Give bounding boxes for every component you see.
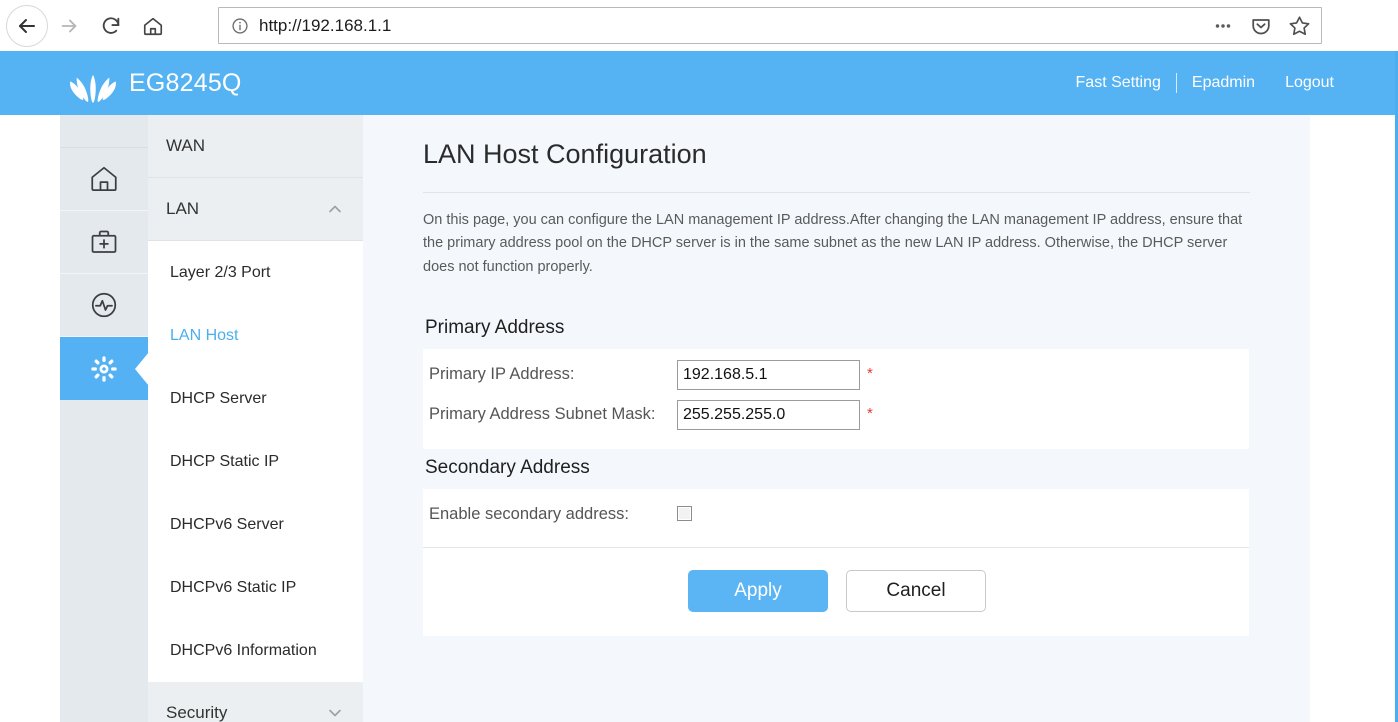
browser-toolbar: http://192.168.1.1 xyxy=(0,0,1398,51)
sidebar-item-label: LAN xyxy=(166,199,200,218)
rail-spacer xyxy=(60,115,148,148)
sidebar-item-label: DHCP Static IP xyxy=(170,452,280,470)
bookmark-star-icon[interactable] xyxy=(1288,14,1311,37)
rail-item-settings[interactable] xyxy=(60,337,148,400)
reload-button[interactable] xyxy=(90,5,132,47)
sidebar-menu: WAN LAN Layer 2/3 Port LAN Host DHCP Ser… xyxy=(148,115,363,722)
sidebar-item-label: DHCP Server xyxy=(170,389,267,407)
pocket-icon[interactable] xyxy=(1250,15,1272,37)
sidebar-item-label: Layer 2/3 Port xyxy=(170,263,271,281)
row-enable-secondary: Enable secondary address: xyxy=(423,495,1249,533)
sidebar-item-security[interactable]: Security xyxy=(148,682,363,722)
reload-icon xyxy=(102,16,120,34)
sidebar-item-wan[interactable]: WAN xyxy=(148,115,363,178)
sidebar-item-dhcpv6-information[interactable]: DHCPv6 Information xyxy=(148,619,363,682)
secondary-address-rows: Enable secondary address: xyxy=(423,489,1249,548)
sidebar-item-label: LAN Host xyxy=(170,326,239,344)
gear-icon xyxy=(91,355,117,382)
sidebar-item-dhcp-server[interactable]: DHCP Server xyxy=(148,367,363,430)
forward-button[interactable] xyxy=(48,5,90,47)
sidebar-item-lan-host[interactable]: LAN Host xyxy=(148,304,363,367)
enable-secondary-label: Enable secondary address: xyxy=(429,505,629,524)
sidebar-submenu-lan: Layer 2/3 Port LAN Host DHCP Server DHCP… xyxy=(148,241,363,682)
primary-ip-input[interactable] xyxy=(677,360,860,391)
icon-rail xyxy=(60,115,148,722)
home-icon xyxy=(91,166,117,191)
page-description: On this page, you can configure the LAN … xyxy=(423,212,1243,275)
form-actions: Apply Cancel xyxy=(423,548,1249,637)
primary-address-rows: Primary IP Address: * Primary Address Su… xyxy=(423,349,1249,450)
primary-mask-label: Primary Address Subnet Mask: xyxy=(429,405,656,424)
sidebar-item-label: WAN xyxy=(166,136,206,155)
nav-separator xyxy=(1175,73,1177,93)
home-button[interactable] xyxy=(132,5,174,47)
rail-item-maintenance[interactable] xyxy=(60,211,148,274)
row-primary-ip: Primary IP Address: * xyxy=(423,355,1249,395)
browser-nav-buttons xyxy=(0,4,174,47)
primary-ip-label: Primary IP Address: xyxy=(429,365,575,384)
nav-fast-setting[interactable]: Fast Setting xyxy=(1061,74,1176,92)
back-arrow-icon xyxy=(19,18,35,33)
header-nav: Fast Setting Epadmin Logout xyxy=(1061,51,1349,115)
page-info-icon[interactable] xyxy=(231,17,249,35)
required-asterisk: * xyxy=(867,365,873,383)
home-icon xyxy=(143,17,163,35)
primary-mask-input[interactable] xyxy=(677,400,860,431)
section-secondary-address: Secondary Address xyxy=(423,449,1249,490)
router-header: EG8245Q Fast Setting Epadmin Logout xyxy=(0,51,1395,115)
back-button[interactable] xyxy=(6,4,48,47)
sidebar-item-label: Security xyxy=(166,703,228,722)
page-title: LAN Host Configuration xyxy=(423,139,707,169)
forward-arrow-icon xyxy=(61,19,77,32)
nav-epadmin[interactable]: Epadmin xyxy=(1177,74,1270,92)
sidebar-item-dhcpv6-static-ip[interactable]: DHCPv6 Static IP xyxy=(148,556,363,619)
apply-button[interactable]: Apply xyxy=(688,570,828,613)
brand: EG8245Q xyxy=(70,63,242,103)
chevron-up-icon xyxy=(325,199,345,219)
sidebar-item-label: DHCPv6 Information xyxy=(170,641,317,659)
rail-item-diagnosis[interactable] xyxy=(60,274,148,337)
required-asterisk: * xyxy=(867,405,873,423)
sidebar-item-dhcpv6-server[interactable]: DHCPv6 Server xyxy=(148,493,363,556)
page-actions-menu-icon[interactable] xyxy=(1212,15,1234,37)
router-web-ui: EG8245Q Fast Setting Epadmin Logout WAN … xyxy=(0,51,1398,722)
rail-item-status[interactable] xyxy=(60,148,148,211)
sidebar-item-dhcp-static-ip[interactable]: DHCP Static IP xyxy=(148,430,363,493)
main-content: LAN Host Configuration On this page, you… xyxy=(363,115,1310,722)
toolkit-icon xyxy=(91,230,117,253)
chevron-down-icon xyxy=(325,703,345,722)
address-bar[interactable]: http://192.168.1.1 xyxy=(218,7,1322,44)
enable-secondary-checkbox[interactable] xyxy=(677,506,692,522)
diagnosis-icon xyxy=(91,292,117,318)
row-primary-mask: Primary Address Subnet Mask: * xyxy=(423,395,1249,435)
cancel-button[interactable]: Cancel xyxy=(846,570,986,613)
section-primary-address: Primary Address xyxy=(423,309,1249,350)
brand-name: EG8245Q xyxy=(129,68,242,97)
sidebar-item-layer23-port[interactable]: Layer 2/3 Port xyxy=(148,241,363,304)
address-bar-actions xyxy=(1212,14,1321,37)
sidebar-item-label: DHCPv6 Server xyxy=(170,515,284,533)
lan-host-form: Primary Address Primary IP Address: * Pr… xyxy=(423,309,1249,637)
huawei-logo-icon xyxy=(70,74,116,103)
nav-logout[interactable]: Logout xyxy=(1270,74,1349,92)
title-divider xyxy=(423,192,1250,193)
sidebar-item-label: DHCPv6 Static IP xyxy=(170,578,297,596)
url-text[interactable]: http://192.168.1.1 xyxy=(259,16,1212,36)
sidebar-item-lan[interactable]: LAN xyxy=(148,178,363,241)
